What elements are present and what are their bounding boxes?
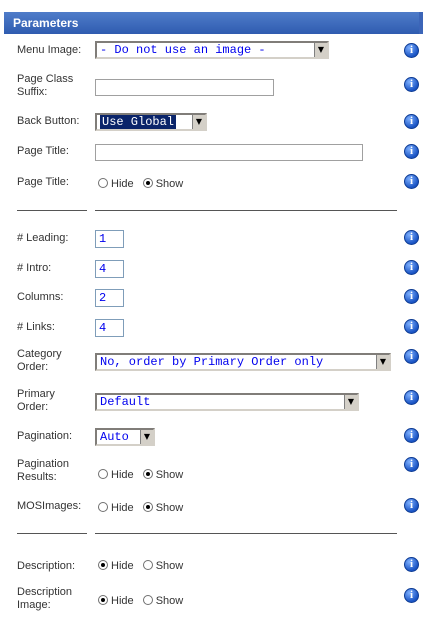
hide-option-label: Hide — [111, 178, 134, 190]
show-radio[interactable] — [142, 502, 153, 512]
show-option-label: Show — [155, 469, 184, 481]
show-radio[interactable] — [142, 178, 153, 188]
chevron-down-icon[interactable]: ▼ — [376, 355, 389, 369]
leading-label: # Leading: — [17, 232, 69, 244]
hide-option-label: Hide — [111, 595, 134, 607]
primary-order-select[interactable]: Default ▼ — [95, 393, 359, 411]
chevron-down-icon[interactable]: ▼ — [314, 43, 327, 57]
category-order-label: Category Order: — [17, 348, 62, 373]
hide-radio[interactable] — [98, 595, 108, 605]
page-class-suffix-label: Page Class Suffix: — [17, 73, 74, 98]
intro-input[interactable]: 4 — [95, 260, 124, 278]
info-icon[interactable]: i — [404, 260, 419, 275]
back-button-value: Use Global — [100, 115, 177, 129]
divider — [17, 210, 87, 211]
leading-input[interactable]: 1 — [95, 230, 124, 248]
category-order-select[interactable]: No, order by Primary Order only ▼ — [95, 353, 391, 371]
links-input[interactable]: 4 — [95, 319, 124, 337]
page-title-input[interactable] — [95, 144, 363, 161]
mosimages-radio-group: Hide Show — [98, 502, 189, 514]
panel-header: Parameters — [4, 12, 423, 34]
description-label: Description: — [17, 560, 76, 572]
category-order-value: No, order by Primary Order only — [100, 355, 324, 369]
parameters-panel: Parameters Menu Image: - Do not use an i… — [0, 0, 423, 617]
hide-radio[interactable] — [98, 502, 108, 512]
hide-option-label: Hide — [111, 469, 134, 481]
page-title-label: Page Title: — [17, 145, 69, 157]
pagination-value: Auto — [100, 430, 129, 444]
show-option-label: Show — [155, 560, 184, 572]
hide-option-label: Hide — [111, 560, 134, 572]
page-title-radio-group: Hide Show — [98, 178, 189, 190]
show-option-label: Show — [155, 595, 184, 607]
back-button-select[interactable]: Use Global ▼ — [95, 113, 207, 131]
description-image-label: Description Image: — [17, 586, 73, 611]
columns-label: Columns: — [17, 291, 64, 303]
pagination-label: Pagination: — [17, 430, 73, 442]
hide-radio[interactable] — [98, 469, 108, 479]
back-button-label: Back Button: — [17, 115, 80, 127]
show-option-label: Show — [155, 178, 184, 190]
mosimages-label: MOSImages: — [17, 500, 82, 512]
page-class-suffix-input[interactable] — [95, 79, 274, 96]
columns-input[interactable]: 2 — [95, 289, 124, 307]
info-icon[interactable]: i — [404, 144, 419, 159]
chevron-down-icon[interactable]: ▼ — [344, 395, 357, 409]
info-icon[interactable]: i — [404, 230, 419, 245]
hide-radio[interactable] — [98, 178, 108, 188]
panel-header-edge — [419, 12, 423, 34]
divider — [95, 533, 397, 534]
info-icon[interactable]: i — [404, 457, 419, 472]
info-icon[interactable]: i — [404, 428, 419, 443]
pagination-results-radio-group: Hide Show — [98, 469, 189, 481]
show-radio[interactable] — [142, 469, 153, 479]
show-radio[interactable] — [142, 560, 153, 570]
divider — [95, 210, 397, 211]
chevron-down-icon[interactable]: ▼ — [192, 115, 205, 129]
hide-option-label: Hide — [111, 502, 134, 514]
info-icon[interactable]: i — [404, 588, 419, 603]
info-icon[interactable]: i — [404, 114, 419, 129]
show-option-label: Show — [155, 502, 184, 514]
show-radio[interactable] — [142, 595, 153, 605]
primary-order-label: Primary Order: — [17, 388, 55, 413]
info-icon[interactable]: i — [404, 498, 419, 513]
info-icon[interactable]: i — [404, 319, 419, 334]
info-icon[interactable]: i — [404, 174, 419, 189]
page-title-show-label: Page Title: — [17, 176, 69, 188]
menu-image-value: - Do not use an image - — [100, 43, 266, 57]
divider — [17, 533, 87, 534]
hide-radio[interactable] — [98, 560, 108, 570]
menu-image-label: Menu Image: — [17, 44, 82, 56]
menu-image-select[interactable]: - Do not use an image - ▼ — [95, 41, 329, 59]
description-radio-group: Hide Show — [98, 560, 189, 572]
info-icon[interactable]: i — [404, 349, 419, 364]
pagination-select[interactable]: Auto ▼ — [95, 428, 155, 446]
chevron-down-icon[interactable]: ▼ — [140, 430, 153, 444]
primary-order-value: Default — [100, 395, 151, 409]
info-icon[interactable]: i — [404, 390, 419, 405]
info-icon[interactable]: i — [404, 557, 419, 572]
info-icon[interactable]: i — [404, 289, 419, 304]
info-icon[interactable]: i — [404, 43, 419, 58]
links-label: # Links: — [17, 321, 55, 333]
description-image-radio-group: Hide Show — [98, 595, 189, 607]
pagination-results-label: Pagination Results: — [17, 458, 69, 483]
info-icon[interactable]: i — [404, 77, 419, 92]
intro-label: # Intro: — [17, 262, 52, 274]
